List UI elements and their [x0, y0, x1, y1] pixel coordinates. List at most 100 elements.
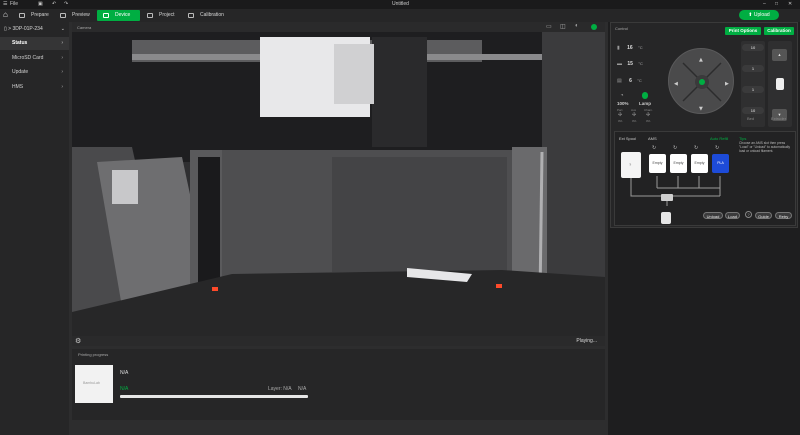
print-status-value: N/A	[120, 386, 129, 392]
camera-view[interactable]	[72, 32, 605, 337]
ams-slot-2[interactable]: Empty	[670, 154, 687, 173]
tab-device[interactable]: Device	[97, 10, 140, 21]
sidebar-item-microsd[interactable]: MicroSD Card ›	[0, 52, 69, 65]
speed-icon[interactable]: ◔	[620, 93, 624, 99]
chamber-temp-value: 6	[629, 78, 632, 84]
fan-aux-icon[interactable]: ✢	[632, 112, 636, 118]
extruder-controls: ▲ ▼	[768, 41, 792, 127]
title-bar: ☰ File ▣ ↶ ↷ Untitled – □ ✕	[0, 0, 800, 9]
undo-icon[interactable]: ↶	[52, 1, 56, 7]
maximize-icon[interactable]: □	[775, 1, 778, 7]
bed-down-1-button[interactable]: 1	[742, 86, 764, 93]
device-dropdown-icon: ⌄	[60, 26, 65, 32]
slot-3-refresh-icon[interactable]: ↻	[694, 145, 698, 151]
chevron-right-icon: ›	[61, 69, 63, 75]
unload-button[interactable]: Unload	[703, 212, 723, 219]
ams-slot-3[interactable]: Empty	[691, 154, 708, 173]
menu-icon[interactable]: ☰	[3, 1, 7, 7]
chevron-right-icon: ›	[61, 84, 63, 90]
retry-button[interactable]: Retry	[775, 212, 792, 219]
jog-home-button[interactable]	[695, 75, 709, 89]
project-icon	[147, 13, 153, 18]
tab-bar: ⌂ Prepare Preview Device Project Calibra…	[0, 9, 800, 22]
slot-1-refresh-icon[interactable]: ↻	[652, 145, 656, 151]
ams-slot-1[interactable]: Empty	[649, 154, 666, 173]
slot-4-refresh-icon[interactable]: ↻	[715, 145, 719, 151]
lamp-icon[interactable]	[642, 92, 648, 99]
print-thumbnail: BambuLab	[75, 365, 113, 403]
camera-status-label: Playing...	[576, 338, 597, 344]
calibration-icon	[188, 13, 194, 18]
slot-2-refresh-icon[interactable]: ↻	[673, 145, 677, 151]
camera-settings-icon[interactable]: ⚙	[75, 337, 81, 345]
close-icon[interactable]: ✕	[788, 1, 792, 7]
control-title: Control	[615, 26, 628, 31]
fan-part-value: 0%	[618, 119, 623, 123]
device-selector[interactable]: ▯ > 3DP-01P-234 ⌄	[4, 24, 66, 34]
bed-down-10-button[interactable]: 10	[742, 107, 764, 114]
ams-slot-4[interactable]: PLA	[712, 154, 729, 173]
upload-button[interactable]: ⬆ Upload	[739, 10, 779, 20]
sidebar-item-status[interactable]: Status ›	[0, 37, 69, 50]
auto-refill-label[interactable]: Auto Refill	[710, 136, 728, 141]
nozzle-icon: ▮	[617, 45, 620, 51]
home-icon[interactable]: ⌂	[3, 10, 8, 19]
extruder-up-button[interactable]: ▲	[772, 49, 787, 61]
ext-spool-label: Ext Spool	[619, 136, 637, 141]
layer-value: N/A	[298, 386, 307, 392]
tab-preview[interactable]: Preview	[54, 10, 94, 21]
bed-temp-row: ▬ 15 °C	[617, 61, 643, 67]
sd-card-icon[interactable]: ▭	[546, 23, 552, 30]
file-menu[interactable]: File	[10, 1, 18, 7]
extruder-icon	[776, 78, 784, 90]
sidebar: ▯ > 3DP-01P-234 ⌄ Status › MicroSD Card › …	[0, 22, 69, 435]
nozzle-temp-value[interactable]: 16	[627, 45, 633, 51]
calibration-button[interactable]: Calibration	[764, 27, 794, 35]
chamber-temp-unit: °C	[637, 78, 642, 83]
filament-path-lines	[630, 176, 721, 206]
print-options-button[interactable]: Print Options	[725, 27, 761, 35]
printing-progress-panel: Printing progress BambuLab N/A N/A Layer…	[72, 349, 605, 420]
camera-feed-image	[72, 32, 605, 337]
redo-icon[interactable]: ↷	[64, 1, 68, 7]
svg-text:▶: ▶	[725, 81, 729, 87]
nozzle-temp-unit: °C	[638, 45, 643, 50]
tab-calibration[interactable]: Calibration	[182, 10, 232, 21]
chevron-right-icon: ›	[61, 55, 63, 61]
sidebar-item-hms[interactable]: HMS ›	[0, 81, 69, 94]
minimize-icon[interactable]: –	[763, 1, 766, 7]
tab-prepare[interactable]: Prepare	[13, 10, 51, 21]
prepare-icon	[19, 13, 25, 18]
fan-chamber-value: 0%	[646, 119, 651, 123]
tips-text: Choose an AMS slot then press "Load" or …	[739, 141, 791, 154]
fan-chamber-icon[interactable]: ✢	[646, 112, 650, 118]
guide-button[interactable]: Guide	[755, 212, 772, 219]
sidebar-item-update[interactable]: Update ›	[0, 66, 69, 79]
jog-dial[interactable]: ▲ ▼ ◀ ▶	[668, 48, 734, 114]
control-panel: Control Print Options Calibration ▮ 16 °…	[610, 22, 798, 228]
bed-up-10-button[interactable]: 10	[742, 44, 764, 51]
bed-label: Bed	[747, 116, 755, 121]
speed-value: 100%	[617, 101, 629, 106]
help-icon[interactable]: ?	[745, 211, 752, 218]
print-file-name: N/A	[120, 370, 129, 376]
fan-aux-value: 0%	[632, 119, 637, 123]
bed-temp-value[interactable]: 15	[627, 61, 633, 67]
bed-up-1-button[interactable]: 1	[742, 65, 764, 72]
load-button[interactable]: Load	[725, 212, 740, 219]
fan-part-icon[interactable]: ✢	[618, 112, 622, 118]
chamber-temp-row: ▤ 6 °C	[617, 78, 642, 84]
toolhead-icon	[661, 212, 671, 224]
ams-label: AMS	[648, 136, 657, 141]
save-icon[interactable]: ▣	[38, 1, 43, 7]
tab-project[interactable]: Project	[141, 10, 181, 21]
camera-header-label: Camera	[77, 25, 92, 30]
ext-spool-slot-label: ?	[629, 162, 632, 167]
bed-icon: ▬	[617, 61, 622, 67]
timelapse-icon[interactable]: ◐	[575, 23, 579, 29]
svg-text:▲: ▲	[699, 57, 703, 63]
chevron-right-icon: ›	[61, 40, 63, 46]
chamber-icon: ▤	[617, 78, 622, 84]
recording-icon[interactable]: ◫	[560, 23, 566, 30]
extruder-label: Extruder	[771, 116, 787, 121]
